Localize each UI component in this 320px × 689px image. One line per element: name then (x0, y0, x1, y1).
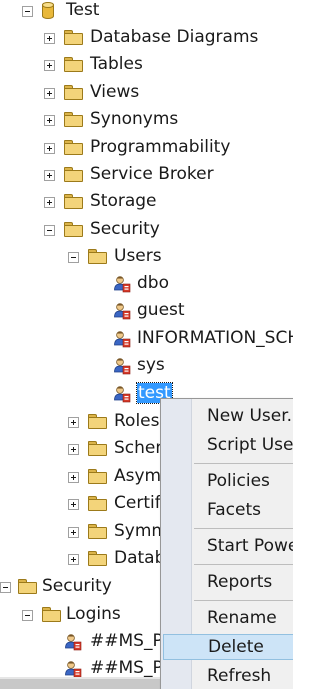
database-icon (42, 2, 54, 19)
collapse-toggle-icon[interactable] (22, 6, 33, 17)
expand-toggle-icon[interactable] (44, 197, 55, 209)
tree-node-label[interactable]: Storage (90, 191, 157, 211)
expand-toggle-icon[interactable] (44, 142, 55, 154)
tree-node-label[interactable]: Synonyms (90, 109, 178, 129)
menu-item-new-user[interactable]: New User... (194, 403, 293, 429)
menu-item-reports[interactable]: Reports (194, 569, 293, 595)
collapse-toggle-icon[interactable] (22, 610, 33, 621)
folder-icon (64, 112, 83, 128)
tree-node-label[interactable]: Database Diagrams (90, 27, 258, 47)
expand-toggle-icon[interactable] (68, 526, 79, 538)
tree-node-label[interactable]: Security (90, 219, 160, 239)
horizontal-scrollbar-thumb[interactable] (0, 679, 160, 689)
menu-item-facets[interactable]: Facets (194, 497, 293, 523)
folder-icon (64, 57, 83, 73)
expand-toggle-icon[interactable] (44, 170, 55, 181)
menu-item-policies[interactable]: Policies (194, 468, 293, 494)
expand-toggle-icon[interactable] (68, 471, 79, 483)
object-explorer-panel: Test Database Diagrams Tables Views Synonym… (0, 0, 293, 689)
tree-node-label[interactable]: Service Broker (90, 164, 214, 184)
tree-node-label[interactable]: Programmability (90, 137, 230, 157)
menu-separator (194, 528, 293, 529)
user-label[interactable]: INFORMATION_SCHEMA (137, 328, 293, 348)
database-label[interactable]: Test (66, 0, 99, 20)
folder-icon (88, 441, 107, 457)
collapse-toggle-icon[interactable] (68, 252, 79, 263)
folder-icon (64, 139, 83, 155)
menu-item-rename[interactable]: Rename (194, 605, 293, 631)
menu-separator (194, 463, 293, 464)
collapse-toggle-icon[interactable] (0, 582, 11, 593)
user-label[interactable]: sys (137, 355, 165, 375)
folder-icon (88, 523, 107, 539)
expand-toggle-icon[interactable] (44, 87, 55, 99)
user-label[interactable]: guest (137, 300, 185, 320)
folder-icon (88, 551, 107, 566)
user-icon (113, 275, 131, 293)
logins-folder-label[interactable]: Logins (66, 604, 121, 624)
expand-toggle-icon[interactable] (44, 33, 55, 44)
expand-toggle-icon[interactable] (68, 444, 79, 456)
folder-icon (64, 84, 83, 100)
menu-item-script-user-as[interactable]: Script User as (194, 432, 293, 458)
expand-toggle-icon[interactable] (68, 554, 79, 565)
login-icon (64, 660, 82, 678)
folder-icon (88, 414, 107, 429)
expand-toggle-icon[interactable] (68, 417, 79, 428)
expand-toggle-icon[interactable] (44, 60, 55, 72)
folder-icon (88, 249, 107, 264)
folder-icon (64, 30, 83, 45)
user-icon (113, 357, 131, 375)
users-folder-label[interactable]: Users (114, 246, 162, 266)
tree-node-label[interactable]: Tables (90, 54, 143, 74)
folder-icon (64, 167, 83, 182)
folder-icon (42, 607, 61, 622)
user-icon (113, 330, 131, 348)
folder-icon (18, 579, 37, 594)
menu-separator (194, 600, 293, 601)
folder-icon (88, 496, 107, 512)
user-icon (113, 302, 131, 320)
folder-icon (64, 194, 83, 210)
menu-separator (194, 564, 293, 565)
login-icon (64, 633, 82, 651)
collapse-toggle-icon[interactable] (44, 224, 55, 236)
menu-item-refresh[interactable]: Refresh (194, 663, 293, 689)
menu-item-start-powershell[interactable]: Start PowerShell (194, 533, 293, 559)
folder-icon (88, 468, 107, 484)
folder-icon (64, 221, 83, 237)
expand-toggle-icon[interactable] (44, 115, 55, 127)
expand-toggle-icon[interactable] (68, 499, 79, 511)
tree-node-label[interactable]: Roles (114, 411, 160, 431)
user-icon (113, 385, 131, 403)
menu-item-delete[interactable]: Delete (163, 634, 293, 660)
context-menu: New User... Script User as Policies Facets S… (160, 398, 293, 689)
user-label[interactable]: dbo (137, 273, 169, 293)
server-security-label[interactable]: Security (42, 576, 112, 596)
tree-node-label[interactable]: Views (90, 82, 139, 102)
